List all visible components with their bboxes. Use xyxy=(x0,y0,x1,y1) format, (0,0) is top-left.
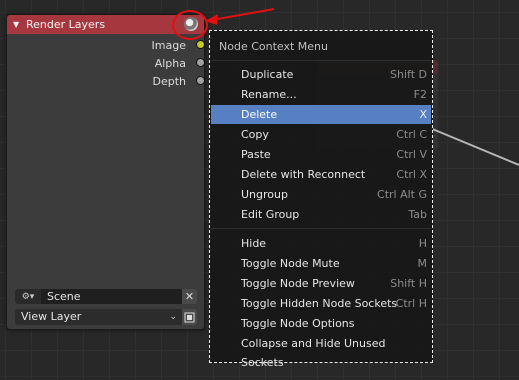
menu-item-label: Collapse and Hide Unused Sockets xyxy=(241,337,386,369)
close-icon[interactable]: ✕ xyxy=(182,289,197,304)
scene-field[interactable]: Scene xyxy=(41,289,182,304)
menu-item-shortcut: Ctrl C xyxy=(396,128,427,141)
menu-item-shortcut: Ctrl X xyxy=(396,168,427,181)
menu-item-label: Toggle Hidden Node Sockets xyxy=(241,297,398,310)
menu-divider xyxy=(211,60,431,61)
view-layer-selector[interactable]: View Layer ⌄ xyxy=(15,309,197,325)
scene-selector[interactable]: ⚙▾ Scene ✕ xyxy=(15,289,197,304)
menu-item-rename[interactable]: Rename... F2 xyxy=(211,85,431,104)
menu-item-shortcut: Ctrl H xyxy=(395,297,427,310)
menu-item-shortcut: F2 xyxy=(413,88,427,101)
chevron-down-icon: ⌄ xyxy=(169,312,177,322)
menu-title: Node Context Menu xyxy=(219,40,328,53)
menu-item-shortcut: Shift H xyxy=(390,277,427,290)
scene-type-icon[interactable]: ⚙▾ xyxy=(15,289,41,304)
menu-item-paste[interactable]: Paste Ctrl V xyxy=(211,145,431,164)
output-label-image: Image xyxy=(151,39,186,52)
menu-item-shortcut: Tab xyxy=(408,208,427,221)
output-label-depth: Depth xyxy=(152,75,186,88)
menu-item-shortcut: H xyxy=(418,237,427,250)
socket-depth[interactable] xyxy=(196,76,205,85)
triangle-down-icon[interactable]: ▼ xyxy=(13,20,21,29)
menu-item-ungroup[interactable]: Ungroup Ctrl Alt G xyxy=(211,185,431,204)
menu-item-toggle-hidden-node-sockets[interactable]: Toggle Hidden Node Sockets Ctrl H xyxy=(211,294,431,313)
menu-item-edit-group[interactable]: Edit Group Tab xyxy=(211,205,431,224)
menu-divider xyxy=(211,228,431,229)
menu-item-label: Ungroup xyxy=(241,188,288,201)
socket-image[interactable] xyxy=(196,40,205,49)
menu-item-label: Paste xyxy=(241,148,271,161)
output-label-alpha: Alpha xyxy=(154,57,186,70)
node-context-menu[interactable]: Node Context Menu Duplicate Shift D Rena… xyxy=(209,30,433,369)
menu-item-shortcut: Shift D xyxy=(390,68,427,81)
menu-item-toggle-node-preview[interactable]: Toggle Node Preview Shift H xyxy=(211,274,431,293)
menu-item-delete-with-reconnect[interactable]: Delete with Reconnect Ctrl X xyxy=(211,165,431,184)
menu-item-duplicate[interactable]: Duplicate Shift D xyxy=(211,65,431,84)
menu-item-delete[interactable]: Delete X xyxy=(211,105,431,124)
menu-item-label: Duplicate xyxy=(241,68,294,81)
menu-item-collapse-and-hide-unused-sockets[interactable]: Collapse and Hide Unused Sockets xyxy=(211,334,431,369)
menu-item-label: Toggle Node Options xyxy=(241,317,355,330)
menu-item-label: Delete with Reconnect xyxy=(241,168,366,181)
menu-item-toggle-node-mute[interactable]: Toggle Node Mute M xyxy=(211,254,431,273)
annotation-arrow-icon xyxy=(205,8,275,25)
menu-item-toggle-node-options[interactable]: Toggle Node Options xyxy=(211,314,431,333)
menu-item-label: Toggle Node Preview xyxy=(241,277,355,290)
render-layer-icon[interactable] xyxy=(182,309,197,325)
render-layers-node[interactable]: ▼ Render Layers Image Alpha Depth ⚙▾ Sce… xyxy=(6,14,205,330)
socket-alpha[interactable] xyxy=(196,58,205,67)
menu-item-label: Edit Group xyxy=(241,208,300,221)
node-title: Render Layers xyxy=(26,18,106,31)
menu-item-shortcut: X xyxy=(419,108,427,121)
view-layer-value: View Layer xyxy=(21,310,82,323)
menu-item-label: Copy xyxy=(241,128,269,141)
menu-item-shortcut: Ctrl V xyxy=(396,148,427,161)
menu-item-shortcut: M xyxy=(417,257,428,270)
menu-item-label: Hide xyxy=(241,237,267,250)
menu-item-hide[interactable]: Hide H xyxy=(211,234,431,253)
menu-item-label: Delete xyxy=(241,108,278,121)
menu-item-label: Rename... xyxy=(241,88,297,101)
view-layer-dropdown[interactable]: View Layer ⌄ xyxy=(15,309,182,325)
menu-item-copy[interactable]: Copy Ctrl C xyxy=(211,125,431,144)
menu-item-label: Toggle Node Mute xyxy=(241,257,340,270)
menu-item-shortcut: Ctrl Alt G xyxy=(377,188,427,201)
